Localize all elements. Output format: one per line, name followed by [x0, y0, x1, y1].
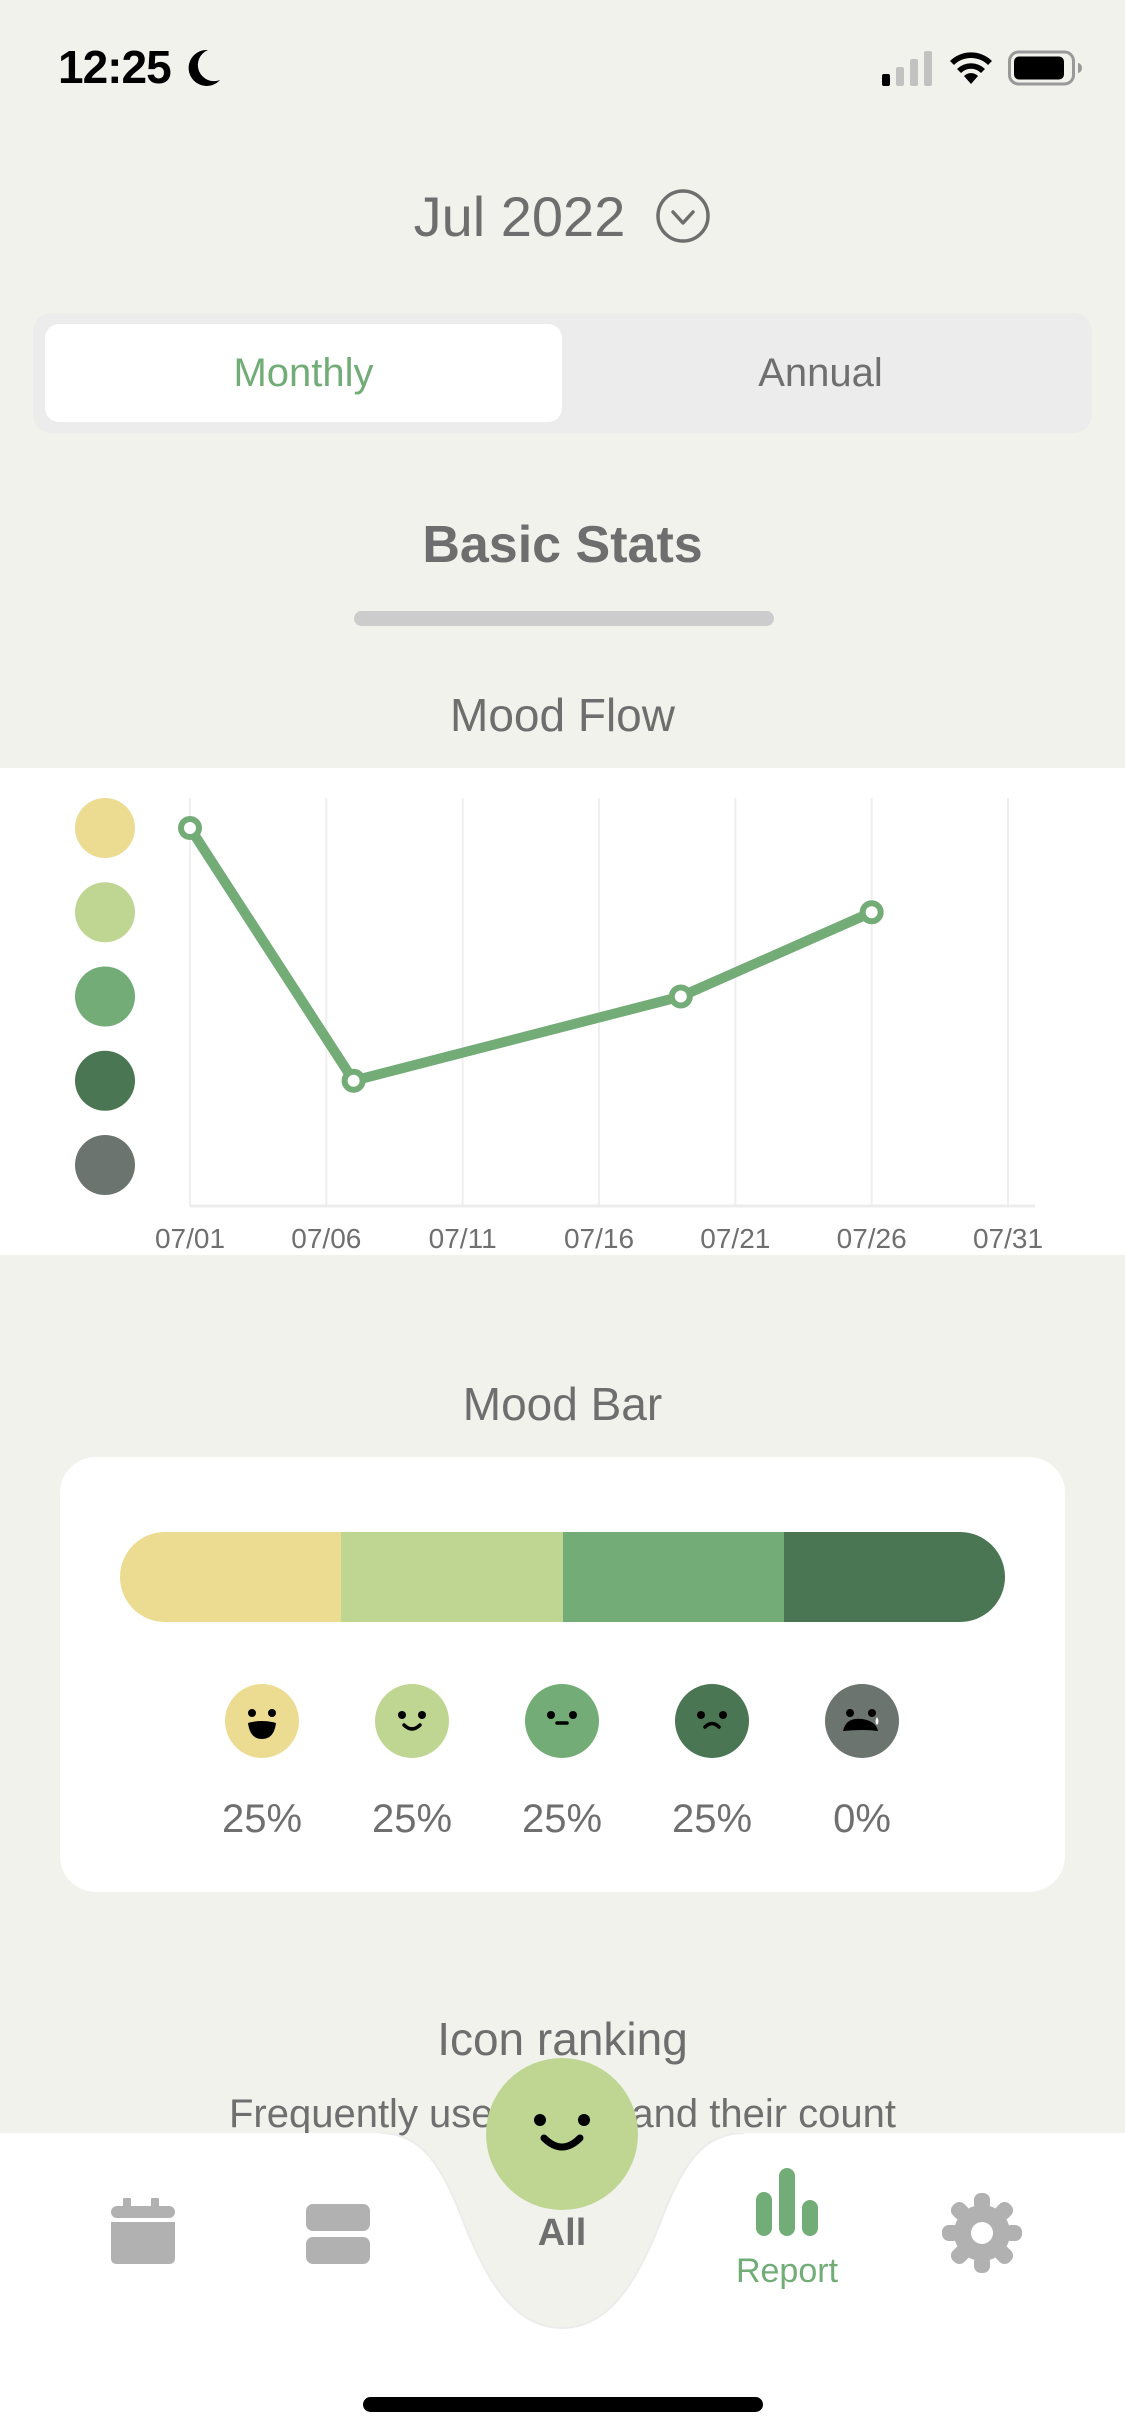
mood-percent: 0%: [833, 1797, 891, 1841]
section-underline: [354, 611, 774, 626]
gear-icon: [942, 2193, 1022, 2273]
mood-bar-title: Mood Bar: [462, 1378, 663, 1430]
grid-lines: [189, 798, 1035, 1208]
chevron-down-circle-icon[interactable]: [655, 188, 711, 244]
tab-calendar[interactable]: [103, 2198, 183, 2266]
bar-chart-icon: [756, 2168, 818, 2236]
very-happy-face-icon: [225, 1684, 299, 1758]
mood-bar-segment-mood4: [341, 1532, 563, 1622]
period-segmented-control: Monthly Annual: [33, 313, 1092, 433]
mood-bar-segment-mood3: [562, 1532, 784, 1622]
tab-annual[interactable]: Annual: [562, 324, 1079, 422]
home-indicator[interactable]: [363, 2397, 763, 2412]
sad-face-icon: [675, 1684, 749, 1758]
mood-percent: 25%: [371, 1797, 453, 1841]
x-tick-label: 07/26: [837, 1223, 907, 1254]
cellular-signal-icon: [882, 51, 932, 86]
mood-level-dot-very-happy: [75, 798, 135, 858]
tab-all-mood-button[interactable]: [486, 2058, 638, 2210]
tab-settings[interactable]: [940, 2193, 1024, 2273]
x-tick-labels: 07/01 07/06 07/11 07/16 07/21 07/26 07/31: [155, 1223, 1043, 1254]
x-tick-label: 07/06: [291, 1223, 361, 1254]
mood-line-path: [185, 823, 877, 1086]
mood-level-dot-neutral: [75, 966, 135, 1027]
mood-bar-card: 25% 25% 25% 25% 0%: [60, 1457, 1065, 1892]
mood-stat-sad: 25%: [637, 1683, 787, 1842]
mood-stat-neutral: 25%: [487, 1683, 637, 1842]
data-point-07-19: [668, 984, 693, 1009]
wifi-icon: [950, 52, 992, 84]
x-tick-label: 07/01: [155, 1223, 225, 1254]
x-tick-label: 07/11: [429, 1223, 497, 1254]
x-tick-label: 07/16: [564, 1223, 634, 1254]
mood-flow-svg: 07/01 07/06 07/11 07/16 07/21 07/26 07/31: [75, 798, 1043, 1254]
section-title: Basic Stats: [422, 516, 703, 574]
mood-stacked-bar: [120, 1532, 1005, 1622]
mood-percent: 25%: [521, 1797, 603, 1841]
data-point-07-26: [859, 900, 884, 925]
mood-flow-title: Mood Flow: [450, 689, 675, 741]
happy-face-icon: [486, 2058, 638, 2210]
mood-level-legend: [75, 798, 135, 1195]
tab-all-label: All: [537, 2212, 587, 2246]
month-selector[interactable]: Jul 2022: [0, 180, 1125, 252]
battery-icon: [1008, 50, 1082, 86]
mood-stat-crying: 0%: [787, 1683, 937, 1842]
month-label: Jul 2022: [413, 184, 626, 248]
data-point-07-01: [178, 816, 202, 840]
status-time: 12:25: [58, 41, 172, 93]
mood-bar-segment-mood5: [120, 1532, 342, 1622]
mood-bar-segment-mood2: [783, 1532, 1005, 1622]
moon-icon: [188, 49, 220, 86]
mood-stat-happy: 25%: [337, 1683, 487, 1842]
data-point-07-07: [341, 1068, 366, 1093]
mood-level-dot-crying: [75, 1135, 135, 1195]
tab-monthly[interactable]: Monthly: [45, 324, 562, 422]
x-tick-label: 07/21: [700, 1223, 770, 1254]
crying-face-icon: [825, 1684, 899, 1758]
mood-stat-very-happy: 25%: [187, 1683, 337, 1842]
calendar-icon: [111, 2198, 175, 2264]
mood-percent: 25%: [671, 1797, 753, 1841]
mood-level-dot-sad: [75, 1050, 135, 1111]
mood-flow-chart: 07/01 07/06 07/11 07/16 07/21 07/26 07/31: [0, 768, 1125, 1255]
happy-face-icon: [375, 1684, 449, 1758]
x-tick-label: 07/31: [973, 1223, 1043, 1254]
tab-report[interactable]: Report: [717, 2168, 857, 2291]
mood-line: [178, 816, 884, 1093]
mood-percent: 25%: [221, 1797, 303, 1841]
tab-list[interactable]: [298, 2203, 378, 2265]
tab-report-label: Report: [735, 2252, 839, 2290]
mood-level-dot-happy: [75, 882, 135, 943]
neutral-face-icon: [525, 1684, 599, 1758]
list-icon: [306, 2204, 370, 2264]
